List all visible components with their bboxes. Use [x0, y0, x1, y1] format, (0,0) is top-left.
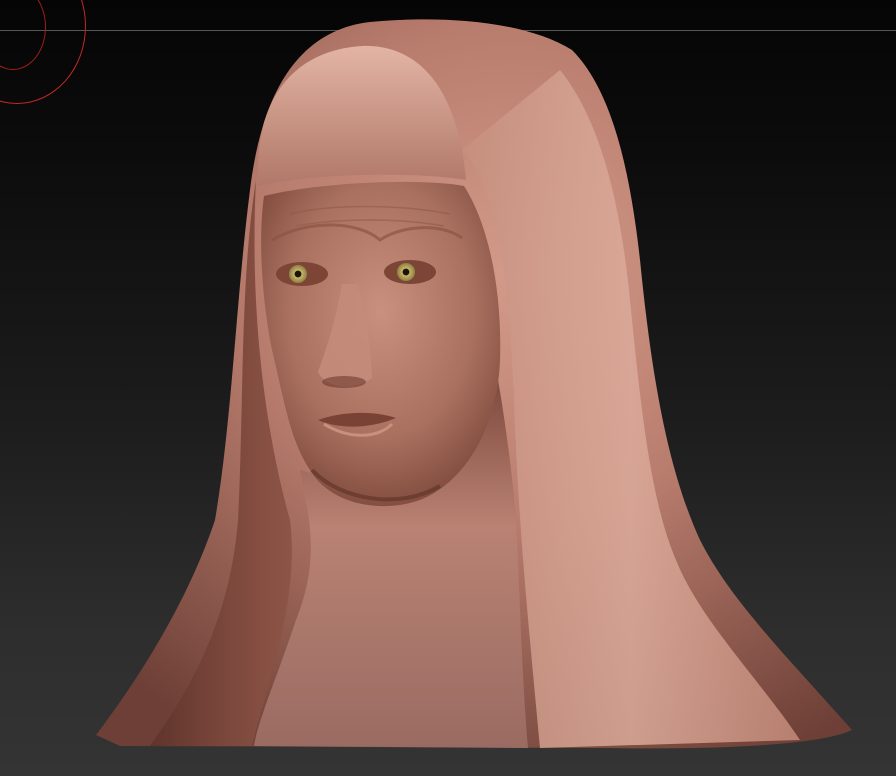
right-eye-icon	[397, 263, 415, 281]
zbrush-canvas[interactable]	[0, 0, 896, 776]
sculpted-bust-model[interactable]	[0, 0, 896, 776]
nostril-shadow	[322, 376, 366, 388]
left-eye-icon	[289, 265, 307, 283]
